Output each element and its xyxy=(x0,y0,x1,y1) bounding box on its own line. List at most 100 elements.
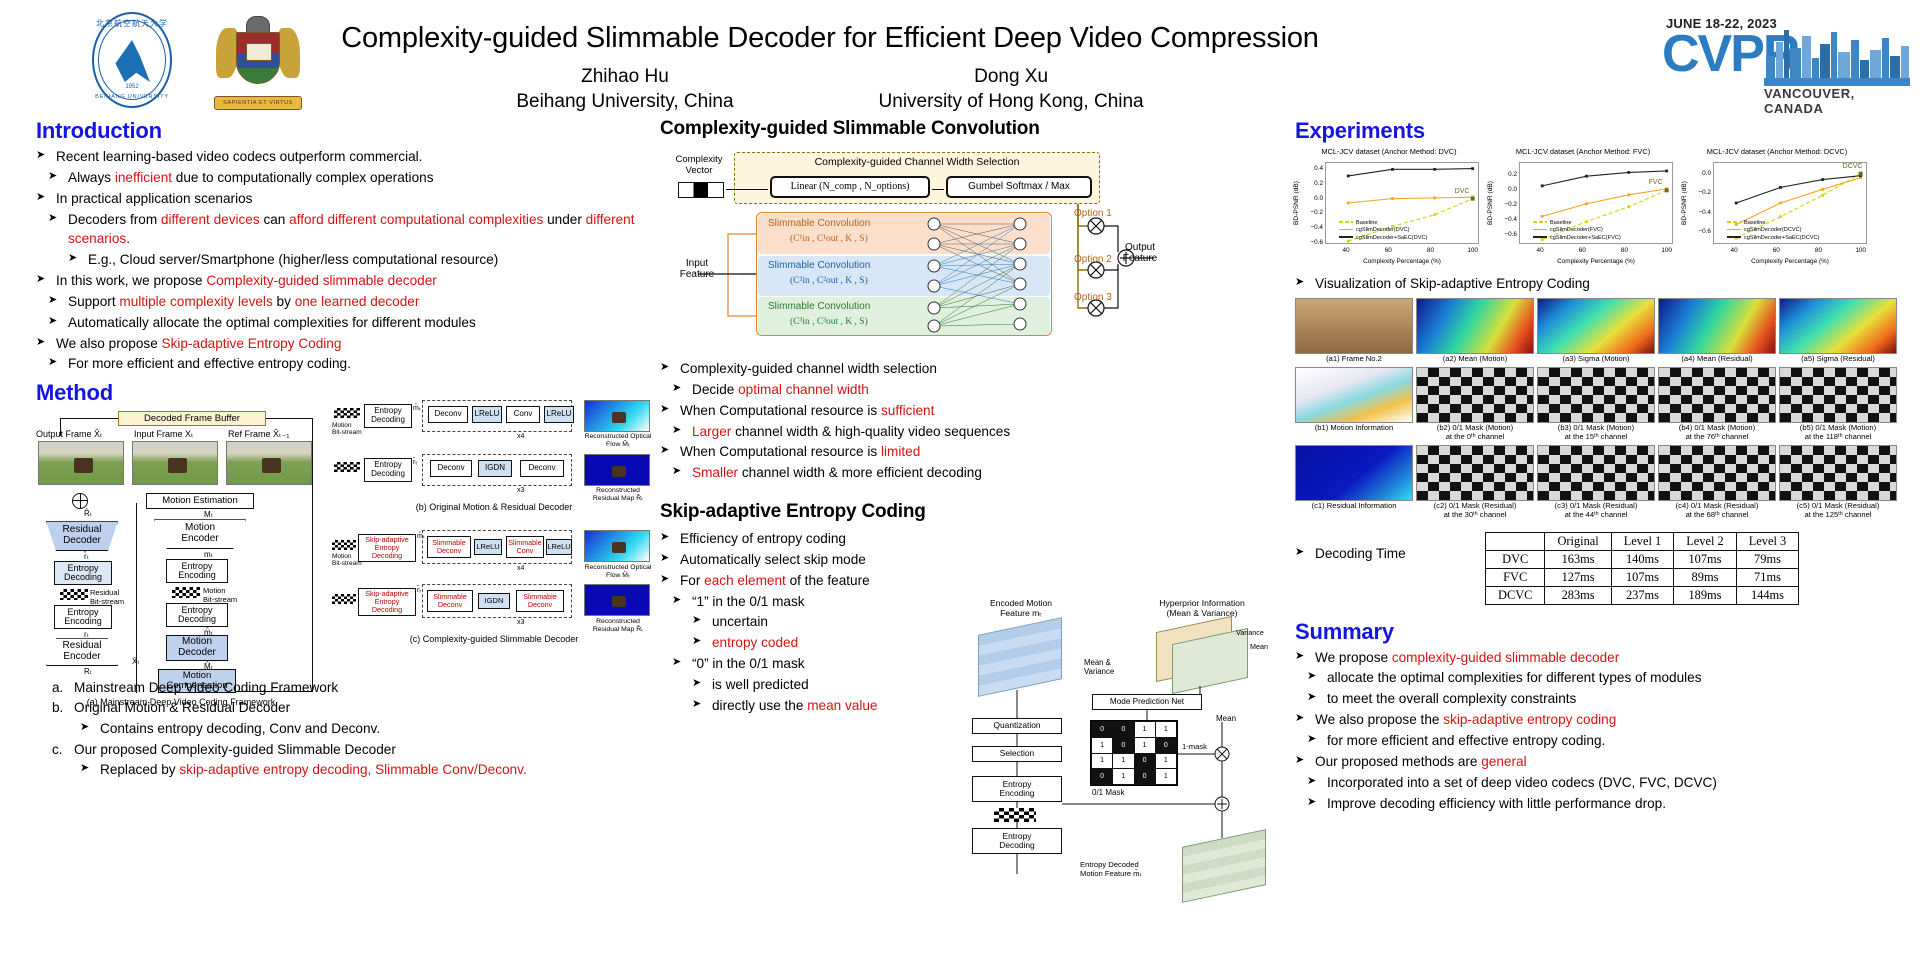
table-cell: 107ms xyxy=(1673,549,1737,569)
highlight-text: Skip-adaptive Entropy Coding xyxy=(161,335,342,351)
reconstructed-residual-image-b xyxy=(584,454,650,486)
plain-text: Always xyxy=(68,169,115,185)
highlight-text: inefficient xyxy=(114,169,173,185)
skip-adaptive-entropy-decoding-c-motion: Skip-adaptive Entropy Decoding xyxy=(358,534,416,562)
mask-cell: 0 xyxy=(1134,753,1155,769)
logo-chinese-name: 北京航空航天大学 xyxy=(96,19,168,28)
lrelu-b1: LReLU xyxy=(472,406,502,423)
igdn-b: IGDN xyxy=(478,460,512,477)
chart-legend-entry: Baseline xyxy=(1339,220,1427,227)
plain-text: When Computational resource is xyxy=(680,444,881,460)
list-item: Replaced by skip-adaptive entropy decodi… xyxy=(80,760,656,780)
list-item: Visualization of Skip-adaptive Entropy C… xyxy=(1295,274,1900,294)
crest-motto-banner: SAPIENTIA ET VIRTUS xyxy=(214,96,302,110)
chart-legend-swatch xyxy=(1339,236,1353,238)
highlight-text: Larger xyxy=(692,423,732,439)
chart-legend-label: cgSlimDecoder+SaEC(DCVC) xyxy=(1744,234,1820,241)
table-cell: 140ms xyxy=(1610,549,1675,569)
decoding-time-heading-text: Decoding Time xyxy=(1315,545,1406,561)
deconv-b1: Deconv xyxy=(428,406,468,423)
page-title: Complexity-guided Slimmable Decoder for … xyxy=(341,22,1319,54)
plain-text: Improve decoding efficiency with little … xyxy=(1327,795,1667,811)
mask-cell: 0 xyxy=(1092,769,1113,784)
signal-r: rₜ xyxy=(84,630,90,640)
visualization-grid: (a1) Frame No.2 (a2) Mean (Motion) (a3) Si… xyxy=(1295,297,1900,520)
visualization-cell: (c4) 0/1 Mask (Residual) at the 68ᵗʰ cha… xyxy=(1658,444,1776,520)
residual-encoder-block: Residual Encoder xyxy=(46,638,118,667)
list-item: “1” in the 0/1 mask xyxy=(672,592,960,612)
logo-year: 1952 xyxy=(125,84,139,90)
table-cell: 237ms xyxy=(1610,585,1675,605)
plain-text: . xyxy=(126,231,130,247)
reconstructed-flow-image-b xyxy=(584,400,650,432)
viz-heading-list: Visualization of Skip-adaptive Entropy C… xyxy=(1295,274,1900,294)
table-column-header: Level 1 xyxy=(1610,531,1675,551)
highlight-text: mean value xyxy=(807,697,878,713)
table-row: DCVC 283ms 237ms 189ms 144ms xyxy=(1484,585,1800,605)
visualization-cell: (c3) 0/1 Mask (Residual) at the 44ᵗʰ cha… xyxy=(1537,444,1655,520)
decoding-time-table: Original Level 1 Level 2 Level 3 DVC 163ms 14… xyxy=(1484,531,1800,605)
highlight-text: one learned decoder xyxy=(294,293,420,309)
deconv-b3: Deconv xyxy=(520,460,564,477)
input-feature-label: Input Feature xyxy=(679,258,715,280)
visualization-caption: (a2) Mean (Motion) xyxy=(1442,353,1508,363)
plain-text: When Computational resource is xyxy=(680,402,881,418)
visualization-image xyxy=(1416,297,1534,354)
list-item: We also propose Skip-adaptive Entropy Co… xyxy=(36,334,656,354)
highlight-text: Smaller xyxy=(692,465,739,481)
plain-text: channel width & more efficient decoding xyxy=(738,465,982,481)
signal-r-hat-b: r̂ₜ xyxy=(413,459,418,466)
entropy-decoding-b-residual: Entropy Decoding xyxy=(364,458,412,482)
option-1-label: Option 1 xyxy=(1074,208,1112,219)
diagram-slimmable-convolution: Complexity Vector Complexity-guided Chan… xyxy=(668,146,1168,351)
method-legend-item: c. Our proposed Complexity-guided Slimma… xyxy=(52,740,656,760)
igdn-c: IGDN xyxy=(478,593,510,609)
slimmable-conv-params-2: (C²in , C²out , K , S) xyxy=(790,276,868,286)
visualization-caption: (c5) 0/1 Mask (Residual) at the 125ᵗʰ ch… xyxy=(1796,500,1880,519)
poster-header: 北京航空航天大学 1952 BEIHANG UNIVERSITY SAPIENT… xyxy=(0,0,1920,118)
signal-m: mₜ xyxy=(204,550,214,560)
method-legend-sub-c: Replaced by skip-adaptive entropy decodi… xyxy=(80,760,656,780)
method-legend-item: a. Mainstream Deep Video Coding Framewor… xyxy=(52,678,656,698)
list-item: Larger channel width & high-quality vide… xyxy=(672,422,1290,442)
highlight-text: afford different computational complexit… xyxy=(289,211,544,227)
mask-caption: 0/1 Mask xyxy=(1092,788,1125,797)
repeat-c-motion: x4 xyxy=(517,565,525,572)
method-legend-subtext-highlight: skip-adaptive entropy decoding, Slimmabl… xyxy=(179,762,527,778)
entropy-encoding-block-residual: Entropy Encoding xyxy=(54,605,112,630)
chart-legend-swatch xyxy=(1533,221,1547,223)
bitstream-label-b-motion: Motion Bit-stream xyxy=(332,422,362,436)
chart-legend-swatch xyxy=(1727,228,1741,231)
visualization-image xyxy=(1779,444,1897,501)
mask-cell: 0 xyxy=(1155,737,1176,753)
entropy-encoding-box-sk: Entropy Encoding xyxy=(972,776,1062,802)
highlight-text: skip-adaptive entropy coding xyxy=(1443,712,1617,728)
table-column-header xyxy=(1484,531,1546,551)
column-middle: Complexity-guided Slimmable Convolution … xyxy=(660,118,1290,960)
method-legend-list: a. Mainstream Deep Video Coding Framewor… xyxy=(36,678,656,781)
slimmable-conv-params-1: (C¹in , C¹out , K , S) xyxy=(790,234,868,244)
visualization-caption: (b1) Motion Information xyxy=(1314,422,1394,432)
binary-mask-grid: 0011101011010101 xyxy=(1090,720,1178,786)
method-legend-key: c. xyxy=(52,741,63,757)
motion-encoder-block: Motion Encoder xyxy=(154,519,246,550)
section-heading-summary: Summary xyxy=(1295,618,1394,644)
chart-title: MCL-JCV dataset (Anchor Method: DCVC) xyxy=(1706,147,1848,156)
frame-label-output: Output Frame X̂ₜ xyxy=(36,429,103,440)
method-legend-subtext: Contains entropy decoding, Conv and Deco… xyxy=(100,720,381,736)
experiment-charts-row: MCL-JCV dataset (Anchor Method: DVC) BD-P… xyxy=(1293,147,1900,266)
plain-text: Our proposed methods are xyxy=(1315,753,1482,769)
visualization-caption: (c3) 0/1 Mask (Residual) at the 44ᵗʰ cha… xyxy=(1554,500,1638,519)
plain-text: due to computationally complex operation… xyxy=(172,169,434,185)
plain-text: E.g., Cloud server/Smartphone (higher/le… xyxy=(88,252,499,268)
chart-legend-label: cgSlimDecoder(DCVC) xyxy=(1744,227,1802,234)
decoding-time-heading-list: Decoding Time xyxy=(1295,530,1445,565)
visualization-image xyxy=(1537,297,1655,354)
plain-text: Decide xyxy=(692,381,739,397)
chart-2: MCL-JCV dataset (Anchor Method: FVC) BD-P… xyxy=(1487,147,1677,266)
diagram-b-caption: (b) Original Motion & Residual Decoder xyxy=(415,502,573,512)
chart-legend-entry: cgSlimDecoder+SaEC(FVC) xyxy=(1533,235,1621,242)
plain-text: allocate the optimal complexities for di… xyxy=(1327,670,1702,686)
signal-R-hat: R̂ₜ xyxy=(84,509,93,519)
entropy-decoding-block-motion: Entropy Decoding xyxy=(166,603,228,628)
